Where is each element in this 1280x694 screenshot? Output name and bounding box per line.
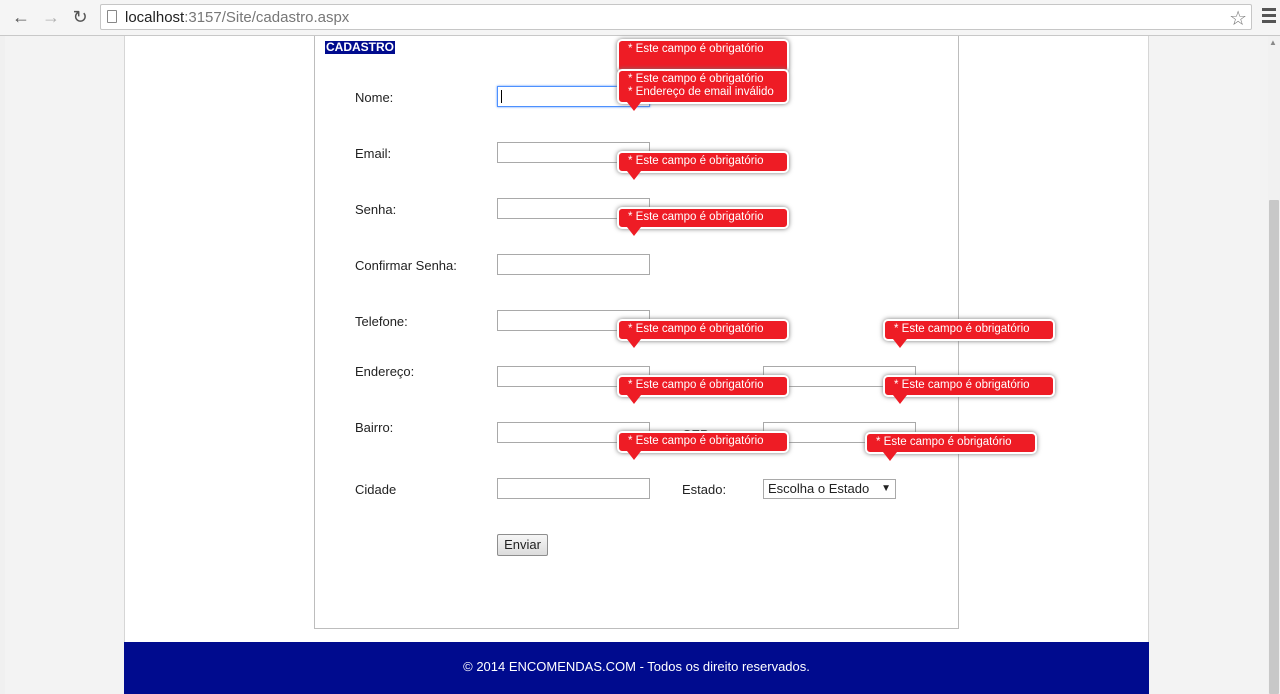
url-path: :3157/Site/cadastro.aspx [184,9,350,26]
error-message: * Este campo é obrigatório [894,323,1030,335]
error-tooltip-endereco: * Este campo é obrigatório [617,319,789,348]
text-caret [501,90,502,103]
label-nome: Nome: [355,90,394,105]
error-tooltip-cep: * Este campo é obrigatório [883,375,1055,404]
footer-copyright: © 2014 ENCOMENDAS.COM - Todos os direito… [463,659,810,674]
error-tooltip-nome: * Este campo é obrigatório [617,39,789,73]
back-arrow-icon[interactable]: ← [10,6,32,28]
error-message-email-invalid: * Endereço de email inválido [628,86,774,98]
footer: © 2014 ENCOMENDAS.COM - Todos os direito… [124,642,1149,694]
error-message: * Este campo é obrigatório [894,379,1030,391]
reload-icon[interactable]: ↻ [69,6,91,28]
page-icon [107,10,117,23]
error-message: * Este campo é obrigatório [628,155,764,167]
label-senha: Senha: [355,202,397,217]
error-tooltip-confirmar-senha: * Este campo é obrigatório [617,207,789,236]
vertical-scrollbar[interactable]: ▲ [1268,36,1280,694]
url-host: localhost [125,9,185,26]
error-message: * Este campo é obrigatório [628,211,764,223]
scroll-up-icon[interactable]: ▲ [1269,38,1277,47]
label-email: Email: [355,146,392,161]
label-endereco: Endereço: [355,364,415,379]
label-cidade: Cidade [355,482,397,497]
cidade-input[interactable] [497,478,650,499]
label-confirmar-senha: Confirmar Senha: [355,258,457,273]
error-tooltip-estado: * Este campo é obrigatório [865,432,1037,461]
confirmar-senha-input[interactable] [497,254,650,275]
error-message: * Este campo é obrigatório [628,323,764,335]
label-estado: Estado: [682,482,727,497]
menu-icon[interactable] [1262,8,1276,26]
url-text[interactable]: localhost:3157/Site/cadastro.aspx [125,9,349,26]
estado-select-value: Escolha o Estado [768,481,870,496]
error-message: * Este campo é obrigatório [628,435,764,447]
error-tooltip-bairro: * Este campo é obrigatório [617,375,789,404]
error-message: * Este campo é obrigatório [628,73,764,85]
error-tooltip-cidade: * Este campo é obrigatório [617,431,789,460]
error-tooltip-senha: * Este campo é obrigatório [617,151,789,180]
estado-select[interactable]: Escolha o Estado ▼ [763,479,896,499]
address-bar[interactable]: localhost:3157/Site/cadastro.aspx ☆ [100,4,1252,30]
label-bairro: Bairro: [355,420,394,435]
error-message: * Este campo é obrigatório [628,379,764,391]
scrollbar-thumb[interactable] [1269,200,1279,694]
error-tooltip-email: * Este campo é obrigatório * Endereço de… [617,69,789,111]
dropdown-arrow-icon: ▼ [881,483,891,494]
error-tooltip-numero: * Este campo é obrigatório [883,319,1055,348]
error-message: * Este campo é obrigatório [876,436,1012,448]
forward-arrow-icon[interactable]: → [40,6,62,28]
browser-toolbar: ← → ↻ localhost:3157/Site/cadastro.aspx … [0,0,1280,36]
submit-button[interactable]: Enviar [497,534,548,556]
page-title: CADASTRO [325,40,395,54]
error-message: * Este campo é obrigatório [628,43,764,55]
label-telefone: Telefone: [355,314,408,329]
bookmark-star-icon[interactable]: ☆ [1229,6,1247,31]
